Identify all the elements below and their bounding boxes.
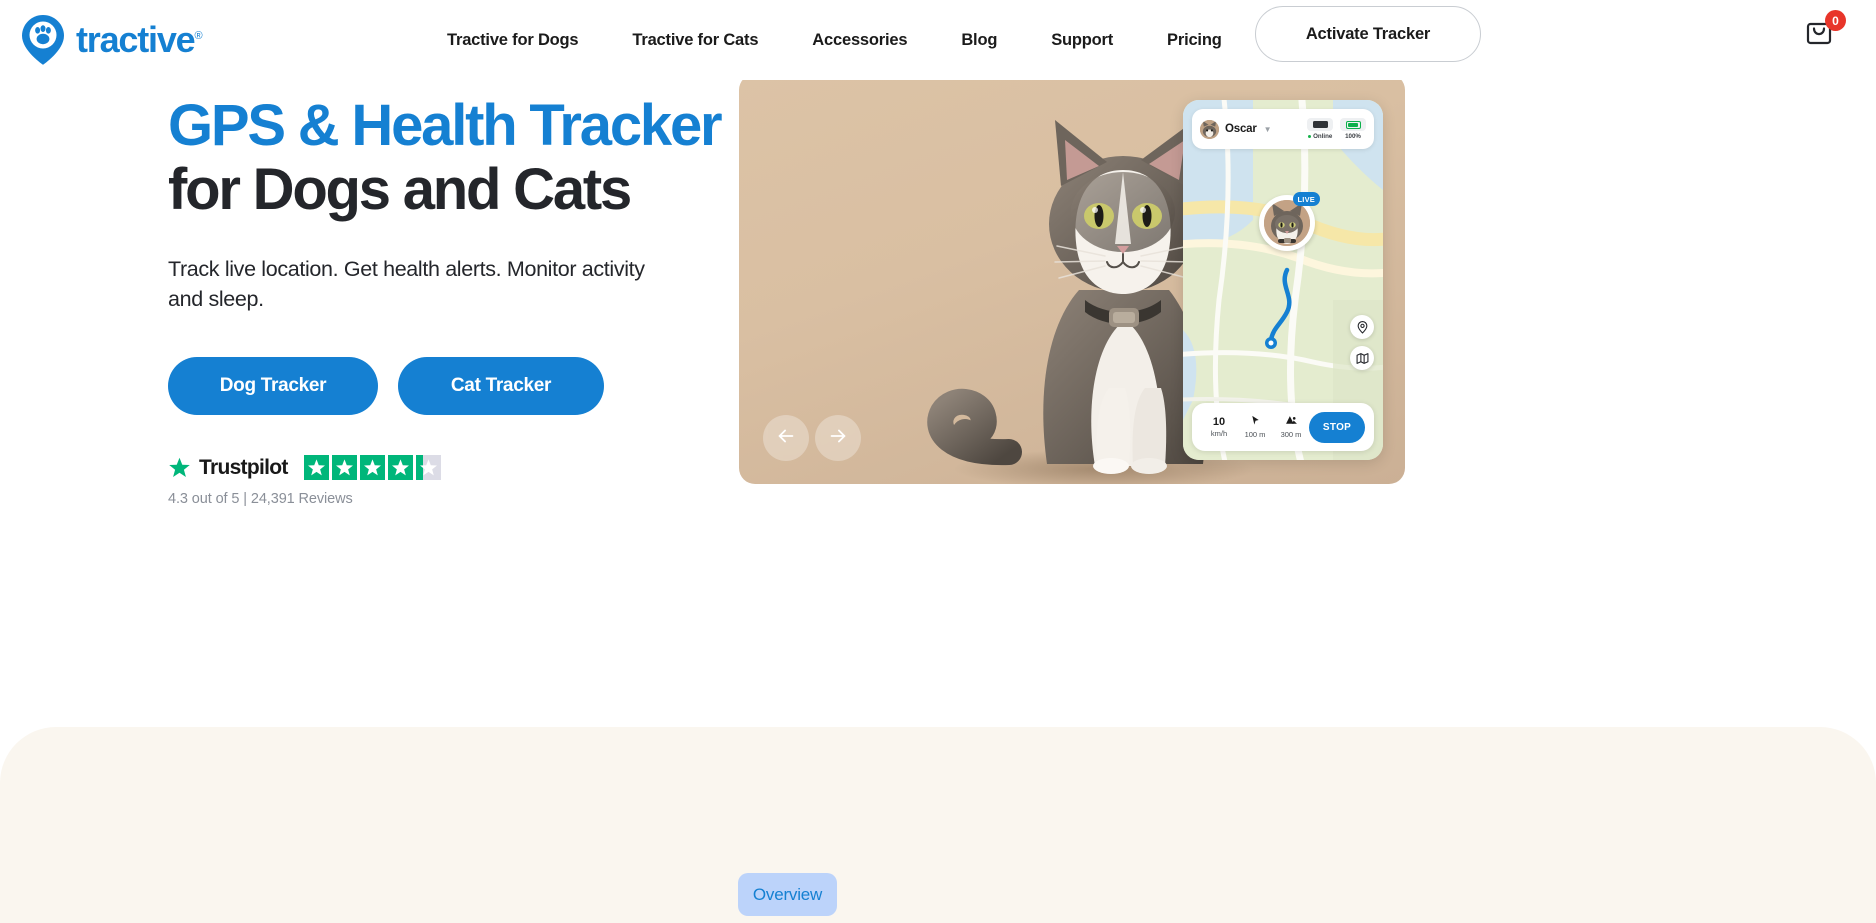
star-filled-3 <box>359 455 385 481</box>
hero-title-line-2: for Dogs and Cats <box>168 156 632 222</box>
map-layers-icon[interactable] <box>1350 346 1374 370</box>
pin-pet-photo <box>1264 200 1310 246</box>
chevron-down-icon[interactable]: ▼ <box>1264 125 1272 134</box>
altitude-stat: 300 m <box>1273 415 1309 439</box>
nav-item-tractive-for-dogs[interactable]: Tractive for Dogs <box>420 31 605 50</box>
distance-stat: 100 m <box>1237 415 1273 439</box>
pet-location-pin[interactable]: LIVE <box>1259 192 1320 265</box>
nav-item-tractive-for-cats[interactable]: Tractive for Cats <box>605 31 785 50</box>
site-header: tractive® Tractive for Dogs Tractive for… <box>0 0 1876 80</box>
cursor-icon <box>1250 415 1261 429</box>
hero-subtitle: Track live location. Get health alerts. … <box>168 257 645 312</box>
tracker-device-icon <box>1307 118 1333 131</box>
star-filled-1 <box>303 455 329 481</box>
speed-unit: km/h <box>1210 429 1228 438</box>
app-pet-header[interactable]: Oscar ▼ Online 100% <box>1192 109 1374 149</box>
altitude-value: 300 m <box>1280 430 1302 439</box>
star-rating <box>303 455 441 481</box>
speed-value: 10 <box>1212 416 1226 428</box>
arrow-right-icon <box>827 425 849 452</box>
trustpilot-rating[interactable]: Trustpilot 4.3 out of 5 | 24,391 Reviews <box>168 455 748 507</box>
shopping-bag-icon <box>1802 22 1836 52</box>
location-pin-icon[interactable] <box>1350 315 1374 339</box>
tracker-status: Online <box>1307 118 1333 140</box>
star-filled-4 <box>387 455 413 481</box>
trustpilot-meta: 4.3 out of 5 | 24,391 Reviews <box>168 490 353 507</box>
online-dot-icon <box>1307 134 1312 139</box>
page-title: GPS & Health Tracker for Dogs and Cats <box>168 96 748 219</box>
live-badge: LIVE <box>1292 192 1320 206</box>
nav-item-pricing[interactable]: Pricing <box>1140 31 1249 50</box>
hero-cta-row: Dog Tracker Cat Tracker <box>168 356 748 415</box>
hero-title-line-1: GPS & Health Tracker <box>168 93 723 158</box>
app-status-group: Online 100% <box>1307 118 1366 140</box>
nav-item-blog[interactable]: Blog <box>934 31 1024 50</box>
logo-wordmark: tractive® <box>76 19 203 60</box>
nav-item-accessories[interactable]: Accessories <box>785 31 934 50</box>
cart-button[interactable]: 0 <box>1802 10 1846 54</box>
nav-item-support[interactable]: Support <box>1024 31 1140 50</box>
logo[interactable]: tractive® <box>20 14 203 66</box>
carousel-controls <box>763 415 861 461</box>
overview-tab[interactable]: Overview <box>738 873 837 916</box>
registered-mark: ® <box>194 30 202 42</box>
cart-count-badge: 0 <box>1825 10 1846 31</box>
overview-section <box>0 727 1876 923</box>
star-partial-5 <box>415 455 441 481</box>
app-tracking-footer: 10 km/h 100 m 300 m STOP <box>1192 403 1374 451</box>
pet-name: Oscar <box>1225 123 1257 135</box>
hero-content: GPS & Health Tracker for Dogs and Cats T… <box>168 96 748 507</box>
app-preview-phone: Oscar ▼ Online 100% LIVE 10 km/h 100 m 3… <box>1183 100 1383 460</box>
dog-tracker-button[interactable]: Dog Tracker <box>168 356 378 415</box>
hero-image: Oscar ▼ Online 100% LIVE 10 km/h 100 m 3… <box>739 74 1405 484</box>
map-controls <box>1350 315 1374 370</box>
activate-tracker-button[interactable]: Activate Tracker <box>1255 6 1481 62</box>
star-filled-2 <box>331 455 357 481</box>
main-navigation: Tractive for Dogs Tractive for Cats Acce… <box>420 0 1249 80</box>
trustpilot-brand: Trustpilot <box>199 455 288 479</box>
cat-tracker-button[interactable]: Cat Tracker <box>398 356 604 415</box>
mountain-icon <box>1285 415 1298 429</box>
online-status: Online <box>1307 133 1332 140</box>
carousel-prev-button[interactable] <box>763 415 809 461</box>
paw-pin-icon <box>20 14 66 66</box>
arrow-left-icon <box>775 425 797 452</box>
star-icon <box>168 456 191 479</box>
battery-icon <box>1340 118 1366 131</box>
stop-tracking-button[interactable]: STOP <box>1309 411 1365 443</box>
pet-avatar <box>1200 119 1219 139</box>
carousel-next-button[interactable] <box>815 415 861 461</box>
speed-stat: 10 km/h <box>1201 416 1237 438</box>
distance-value: 100 m <box>1244 430 1266 439</box>
battery-status: 100% <box>1340 118 1366 140</box>
battery-label: 100% <box>1345 133 1361 140</box>
